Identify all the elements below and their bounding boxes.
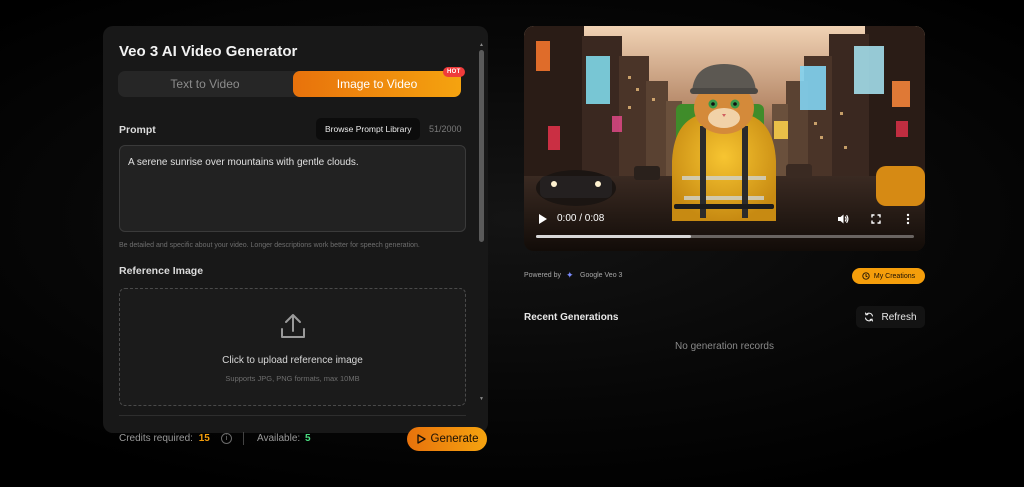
tab-text-to-video[interactable]: Text to Video xyxy=(118,71,292,97)
my-creations-button[interactable]: My Creations xyxy=(852,268,925,284)
footer-separator xyxy=(243,432,244,445)
refresh-icon xyxy=(865,312,874,322)
browse-prompt-library-button[interactable]: Browse Prompt Library xyxy=(316,118,421,140)
tab-image-to-video[interactable]: Image to Video xyxy=(293,71,461,97)
prompt-label: Prompt xyxy=(119,124,156,136)
divider xyxy=(119,415,466,416)
fullscreen-icon[interactable] xyxy=(871,214,881,224)
video-player[interactable]: 0:00 / 0:08 xyxy=(524,26,925,251)
upload-title: Click to upload reference image xyxy=(222,355,363,366)
hot-badge: HOT xyxy=(443,67,465,77)
credits-value: 15 xyxy=(198,433,210,444)
reference-image-upload[interactable]: Click to upload reference image Supports… xyxy=(119,288,466,406)
scroll-down-icon[interactable]: ▼ xyxy=(478,396,485,402)
generate-button[interactable]: Generate xyxy=(407,427,487,451)
model-name: Google Veo 3 xyxy=(580,272,623,279)
credits-label: Credits required: xyxy=(119,433,193,444)
more-icon[interactable] xyxy=(905,213,911,225)
character-count: 51/2000 xyxy=(429,124,462,134)
scroll-thumb[interactable] xyxy=(479,50,484,242)
empty-state-message: No generation records xyxy=(675,341,774,352)
credits-required: Credits required: 15 xyxy=(119,433,210,444)
panel-scrollbar[interactable]: ▲ ▼ xyxy=(478,42,485,404)
video-progress-fill xyxy=(536,235,691,238)
video-time: 0:00 / 0:08 xyxy=(557,213,605,224)
volume-icon[interactable] xyxy=(837,213,849,225)
play-outline-icon xyxy=(416,434,426,444)
video-progress-bar[interactable] xyxy=(536,235,914,238)
clock-icon xyxy=(862,272,870,280)
powered-by-label: Powered by xyxy=(524,272,561,279)
refresh-label: Refresh xyxy=(881,311,917,323)
generator-panel: Veo 3 AI Video Generator Text to Video I… xyxy=(103,26,488,433)
refresh-button[interactable]: Refresh xyxy=(856,306,925,328)
recent-generations-title: Recent Generations xyxy=(524,312,619,323)
available-value: 5 xyxy=(304,433,311,444)
prompt-input[interactable]: A serene sunrise over mountains with gen… xyxy=(119,145,466,232)
prompt-helper-text: Be detailed and specific about your vide… xyxy=(119,242,420,249)
reference-image-label: Reference Image xyxy=(119,265,204,277)
page-title: Veo 3 AI Video Generator xyxy=(119,43,298,60)
upload-icon xyxy=(281,314,305,338)
upload-format-hint: Supports JPG, PNG formats, max 10MB xyxy=(225,374,360,383)
credits-available: Available: 5 xyxy=(257,433,311,444)
generate-label: Generate xyxy=(430,433,479,445)
sparkle-icon: ✦ xyxy=(566,270,574,280)
play-icon[interactable] xyxy=(538,214,548,224)
my-creations-label: My Creations xyxy=(873,272,916,280)
scroll-up-icon[interactable]: ▲ xyxy=(478,42,485,48)
info-icon[interactable]: i xyxy=(221,433,232,444)
available-label: Available: xyxy=(257,433,301,444)
mode-tabs: Text to Video Image to Video xyxy=(118,71,461,97)
